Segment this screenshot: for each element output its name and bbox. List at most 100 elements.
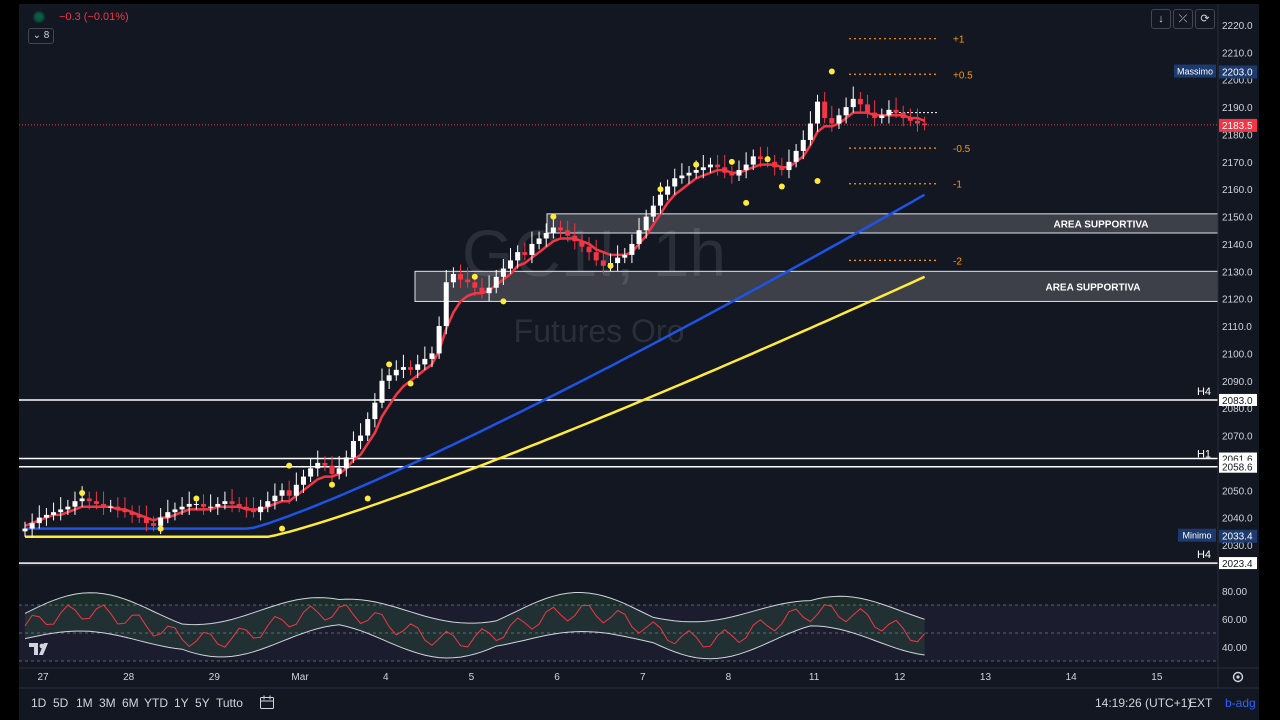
candle-body[interactable] <box>43 514 49 518</box>
arrow-down-button[interactable]: ↓ <box>1151 9 1171 29</box>
candle-body[interactable] <box>443 282 449 327</box>
candle-body[interactable] <box>436 326 442 354</box>
candle-body[interactable] <box>236 503 242 507</box>
candle-body[interactable] <box>415 364 421 370</box>
candle-body[interactable] <box>386 375 392 381</box>
candle-body[interactable] <box>201 503 206 507</box>
candle-body[interactable] <box>529 243 535 255</box>
candle-body[interactable] <box>757 156 763 160</box>
indicators-toggle-button[interactable]: ⌄ 8 <box>28 28 54 44</box>
candle-body[interactable] <box>707 164 713 168</box>
candle-body[interactable] <box>108 506 114 508</box>
calendar-range-icon[interactable] <box>259 694 275 709</box>
candle-body[interactable] <box>565 230 571 236</box>
candle-body[interactable] <box>372 402 378 420</box>
candle-body[interactable] <box>450 274 456 283</box>
ext-toggle[interactable]: EXT <box>1189 696 1212 710</box>
candle-body[interactable] <box>472 282 478 288</box>
collapse-button[interactable]: ⤫ <box>1173 9 1193 29</box>
candle-body[interactable] <box>736 170 742 176</box>
chart-frame[interactable]: GC1!, 1h Futures Oro AREA SUPPORTIVA AREA… <box>19 4 1259 720</box>
candle-body[interactable] <box>793 150 799 162</box>
candle-body[interactable] <box>493 276 499 288</box>
candle-body[interactable] <box>422 358 428 365</box>
candle-body[interactable] <box>657 194 663 206</box>
candle-body[interactable] <box>229 501 235 504</box>
candle-body[interactable] <box>186 503 192 507</box>
candle-body[interactable] <box>907 118 913 121</box>
candle-body[interactable] <box>872 112 878 119</box>
candle-body[interactable] <box>522 252 528 255</box>
range-5d[interactable]: 5D <box>53 696 68 710</box>
candle-body[interactable] <box>429 353 435 359</box>
candle-body[interactable] <box>779 167 785 171</box>
candle-body[interactable] <box>579 241 585 247</box>
candle-body[interactable] <box>593 252 599 261</box>
range-all[interactable]: Tutto <box>216 696 243 710</box>
candle-body[interactable] <box>300 476 306 485</box>
candle-body[interactable] <box>400 367 406 370</box>
candle-body[interactable] <box>265 501 271 507</box>
candle-body[interactable] <box>715 164 721 168</box>
candle-body[interactable] <box>29 523 35 529</box>
candle-body[interactable] <box>843 107 849 116</box>
candle-body[interactable] <box>329 465 335 474</box>
candle-body[interactable] <box>886 109 892 116</box>
candle-body[interactable] <box>636 230 642 244</box>
candle-body[interactable] <box>315 462 321 469</box>
candle-body[interactable] <box>700 167 706 171</box>
candle-body[interactable] <box>650 205 656 217</box>
candle-body[interactable] <box>500 268 506 277</box>
candle-body[interactable] <box>807 123 813 140</box>
candle-body[interactable] <box>729 172 735 176</box>
candle-body[interactable] <box>865 104 871 113</box>
scale-mode[interactable]: b-adg <box>1225 696 1256 710</box>
candle-body[interactable] <box>393 369 399 376</box>
candle-body[interactable] <box>622 254 628 258</box>
candle-body[interactable] <box>322 462 328 466</box>
candle-body[interactable] <box>665 186 671 195</box>
candle-body[interactable] <box>365 419 371 436</box>
candle-body[interactable] <box>22 528 28 532</box>
candle-body[interactable] <box>72 501 78 507</box>
candle-body[interactable] <box>629 243 635 255</box>
candle-body[interactable] <box>179 506 185 510</box>
candle-body[interactable] <box>879 115 885 119</box>
candle-body[interactable] <box>693 170 699 173</box>
range-1d[interactable]: 1D <box>31 696 46 710</box>
range-3m[interactable]: 3M <box>99 696 116 710</box>
candle-body[interactable] <box>79 498 85 502</box>
range-5y[interactable]: 5Y <box>195 696 210 710</box>
chart-canvas[interactable]: GC1!, 1h Futures Oro AREA SUPPORTIVAAREA… <box>19 4 1259 720</box>
candle-body[interactable] <box>165 512 171 518</box>
candle-body[interactable] <box>308 468 314 477</box>
candle-body[interactable] <box>679 175 685 179</box>
candle-body[interactable] <box>743 164 749 171</box>
candle-body[interactable] <box>836 115 842 124</box>
candle-body[interactable] <box>672 178 678 187</box>
candle-body[interactable] <box>800 139 806 151</box>
candle-body[interactable] <box>722 167 728 173</box>
candle-body[interactable] <box>600 260 606 266</box>
candle-body[interactable] <box>358 435 364 441</box>
candle-body[interactable] <box>408 367 414 370</box>
range-1y[interactable]: 1Y <box>174 696 189 710</box>
candle-body[interactable] <box>122 509 128 513</box>
candle-body[interactable] <box>515 252 521 261</box>
candle-body[interactable] <box>643 216 649 231</box>
candle-body[interactable] <box>272 495 278 502</box>
status-indicator[interactable] <box>33 11 45 26</box>
candle-body[interactable] <box>829 118 835 124</box>
candle-body[interactable] <box>343 457 349 469</box>
candle-body[interactable] <box>286 490 292 496</box>
candle-body[interactable] <box>815 101 821 124</box>
candle-body[interactable] <box>129 512 135 515</box>
candle-body[interactable] <box>558 227 563 231</box>
candle-body[interactable] <box>350 441 356 458</box>
candle-body[interactable] <box>772 161 778 168</box>
range-ytd[interactable]: YTD <box>144 696 168 710</box>
candle-body[interactable] <box>215 503 221 507</box>
candle-body[interactable] <box>750 156 756 165</box>
range-1m[interactable]: 1M <box>76 696 93 710</box>
candle-body[interactable] <box>900 112 906 119</box>
